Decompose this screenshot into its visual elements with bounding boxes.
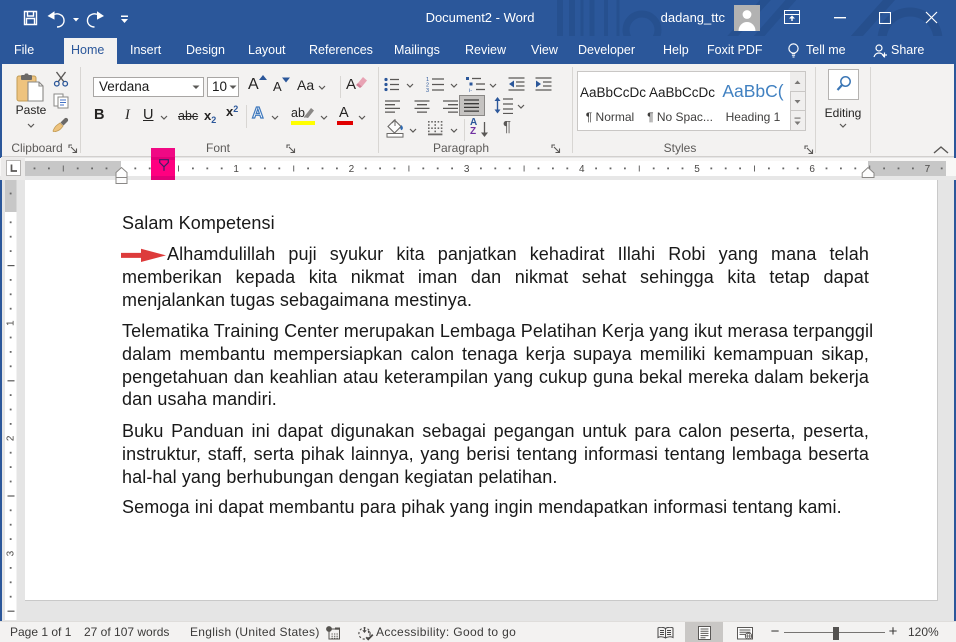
svg-text:6: 6 <box>809 164 815 175</box>
svg-text:1: 1 <box>233 164 239 175</box>
svg-text:3: 3 <box>426 88 429 92</box>
svg-text:3: 3 <box>5 550 16 556</box>
svg-text:i-: i- <box>469 88 472 92</box>
svg-text:4: 4 <box>579 164 585 175</box>
svg-text:2: 2 <box>349 164 355 175</box>
svg-text:3: 3 <box>464 164 470 175</box>
svg-text:1: 1 <box>5 320 16 326</box>
svg-text:2: 2 <box>5 435 16 441</box>
svg-text:7: 7 <box>925 164 931 175</box>
svg-text:5: 5 <box>694 164 700 175</box>
